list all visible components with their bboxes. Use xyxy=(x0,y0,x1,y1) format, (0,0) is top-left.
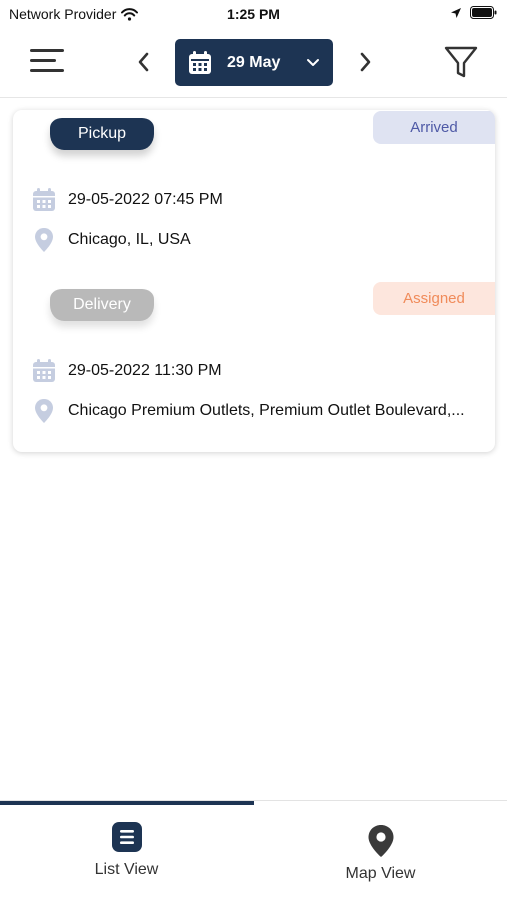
location-pin-icon xyxy=(31,398,57,424)
next-date-button[interactable] xyxy=(355,48,375,76)
pickup-datetime: 29-05-2022 07:45 PM xyxy=(68,191,223,208)
delivery-label: Delivery xyxy=(50,289,154,321)
pickup-address-row: Chicago, IL, USA xyxy=(31,227,191,253)
date-picker-button[interactable]: 29 May xyxy=(175,39,333,86)
status-bar: Network Provider 1:25 PM xyxy=(0,0,507,28)
status-right xyxy=(450,6,497,19)
chevron-right-icon xyxy=(360,52,371,72)
delivery-address: Chicago Premium Outlets, Premium Outlet … xyxy=(68,402,465,419)
trip-card[interactable]: Pickup Arrived 29-05-2022 07:45 PM Chica… xyxy=(13,110,495,452)
pickup-label: Pickup xyxy=(50,118,154,150)
selected-date: 29 May xyxy=(227,53,281,71)
menu-icon xyxy=(30,49,64,52)
calendar-icon xyxy=(31,187,57,213)
tab-list-view-label: List View xyxy=(94,861,159,878)
chevron-down-icon xyxy=(307,58,320,66)
status-badge: Arrived xyxy=(373,111,495,144)
top-bar: 29 May xyxy=(0,28,507,98)
delivery-address-row: Chicago Premium Outlets, Premium Outlet … xyxy=(31,398,465,424)
map-pin-icon xyxy=(368,825,394,857)
pickup-address: Chicago, IL, USA xyxy=(68,231,191,248)
calendar-icon xyxy=(31,358,57,384)
status-time: 1:25 PM xyxy=(227,6,280,22)
battery-icon xyxy=(470,6,497,19)
bottom-tab-bar: List View Map View xyxy=(0,800,507,900)
location-arrow-icon xyxy=(451,7,461,18)
delivery-datetime-row: 29-05-2022 11:30 PM xyxy=(31,358,222,384)
filter-button[interactable] xyxy=(443,44,479,80)
menu-icon-line xyxy=(30,69,64,72)
chevron-left-icon xyxy=(138,52,149,72)
menu-icon-line xyxy=(30,59,56,62)
previous-date-button[interactable] xyxy=(134,48,154,76)
location-pin-icon xyxy=(31,227,57,253)
menu-button[interactable] xyxy=(28,46,64,74)
status-badge: Assigned xyxy=(373,282,495,315)
calendar-icon xyxy=(189,50,211,74)
list-icon xyxy=(112,822,142,852)
filter-icon xyxy=(444,46,478,78)
delivery-datetime: 29-05-2022 11:30 PM xyxy=(68,362,222,379)
tab-map-view[interactable]: Map View xyxy=(254,805,507,900)
tab-list-view[interactable]: List View xyxy=(0,805,253,900)
tab-map-view-label: Map View xyxy=(345,865,416,882)
pickup-datetime-row: 29-05-2022 07:45 PM xyxy=(31,187,223,213)
